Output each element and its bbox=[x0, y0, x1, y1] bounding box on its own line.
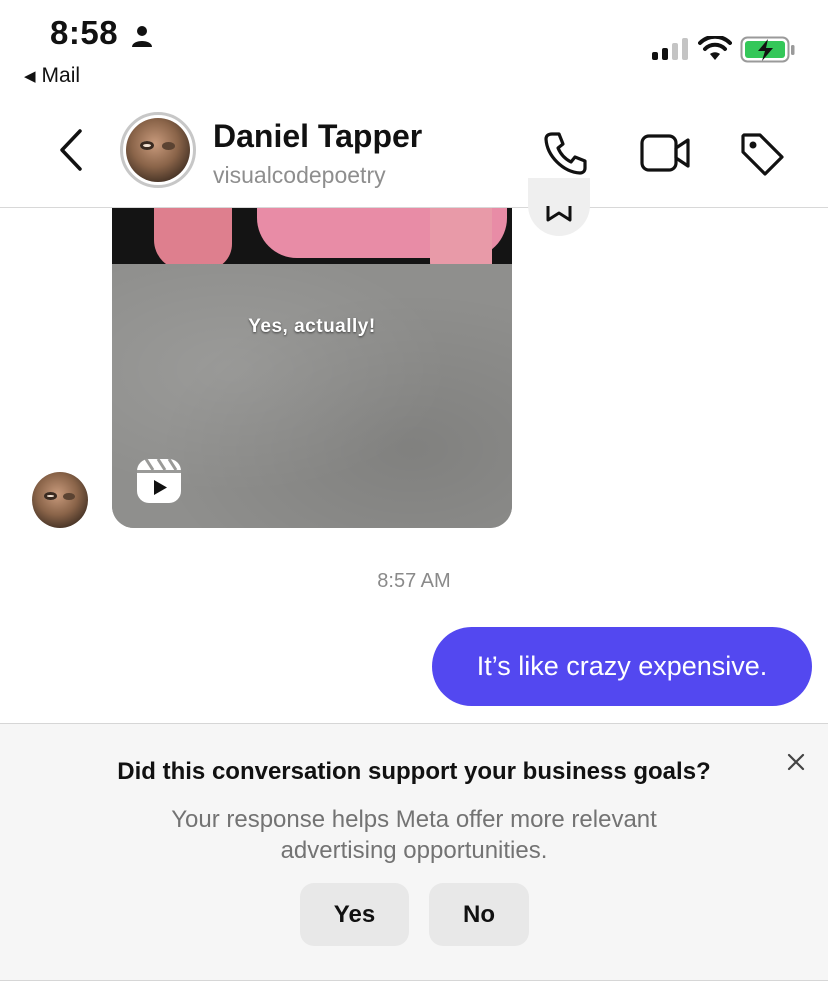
status-time: 8:58 bbox=[50, 14, 119, 51]
person-icon bbox=[130, 24, 154, 53]
phone-icon[interactable] bbox=[543, 130, 589, 181]
back-triangle-icon: ◀ bbox=[24, 68, 36, 85]
chevron-left-icon[interactable] bbox=[56, 128, 86, 177]
reel-caption: Yes, actually! bbox=[248, 316, 376, 337]
shared-reel[interactable]: Yes, actually! bbox=[112, 208, 512, 528]
contact-name[interactable]: Daniel Tapper bbox=[213, 118, 422, 155]
message-timestamp: 8:57 AM bbox=[377, 570, 451, 592]
reel-hand bbox=[154, 208, 232, 270]
survey-description: Your response helps Meta offer more rele… bbox=[171, 806, 657, 864]
avatar-photo bbox=[126, 118, 190, 182]
battery-charging-icon bbox=[740, 36, 796, 69]
back-app-label: Mail bbox=[41, 64, 81, 87]
cellular-signal-icon bbox=[652, 38, 688, 60]
sent-message-text: It’s like crazy expensive. bbox=[476, 651, 768, 681]
no-button[interactable]: No bbox=[429, 883, 529, 946]
survey-question: Did this conversation support your busin… bbox=[117, 758, 711, 785]
tag-icon[interactable] bbox=[738, 130, 788, 185]
save-reel-button[interactable] bbox=[528, 178, 590, 236]
back-to-mail-link[interactable]: ◀ Mail bbox=[24, 64, 80, 88]
wifi-icon bbox=[698, 34, 732, 67]
contact-avatar[interactable] bbox=[120, 112, 196, 188]
conversation-header: Daniel Tapper visualcodepoetry bbox=[0, 104, 828, 208]
bookmark-icon bbox=[546, 206, 572, 222]
sender-avatar[interactable] bbox=[32, 472, 88, 528]
reels-icon bbox=[136, 458, 182, 509]
video-camera-icon[interactable] bbox=[640, 132, 692, 179]
close-icon[interactable] bbox=[786, 752, 806, 777]
business-goals-survey: Did this conversation support your busin… bbox=[0, 723, 828, 981]
sent-message-bubble[interactable]: It’s like crazy expensive. bbox=[432, 627, 812, 706]
yes-button[interactable]: Yes bbox=[300, 883, 409, 946]
contact-handle: visualcodepoetry bbox=[213, 162, 386, 188]
